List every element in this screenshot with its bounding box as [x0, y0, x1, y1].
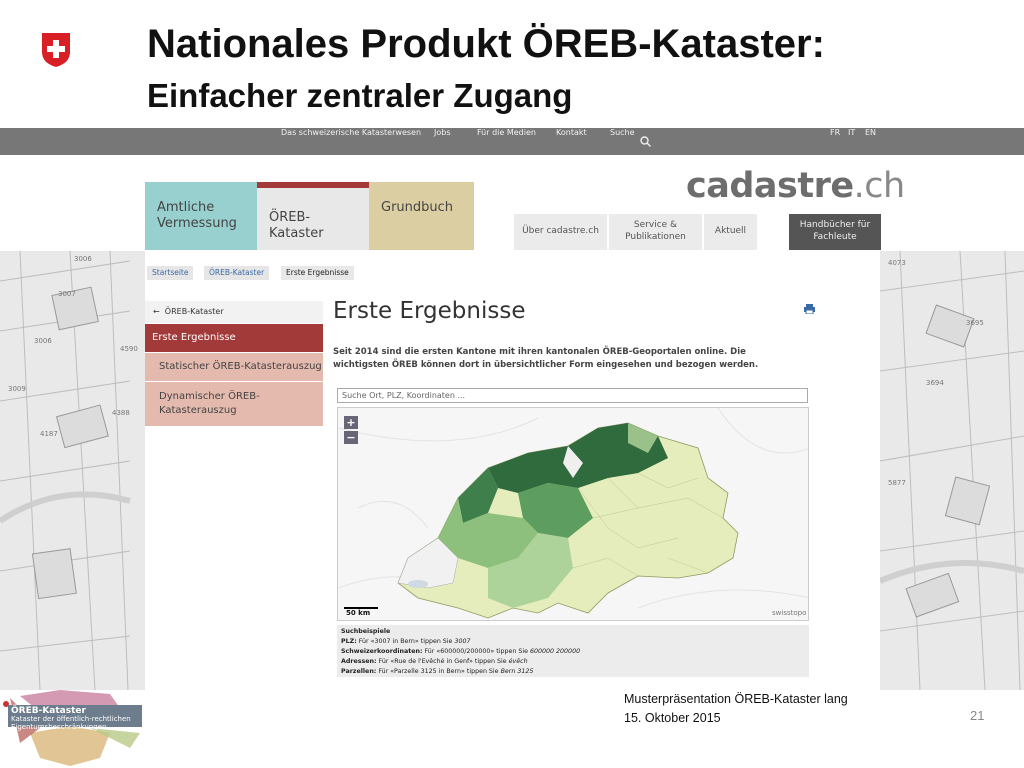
tab-amtliche-vermessung[interactable]: Amtliche Vermessung: [145, 182, 257, 250]
map-label-7: 4187: [40, 430, 58, 438]
map-label-6: 4388: [112, 409, 130, 417]
nav-item-jobs[interactable]: Jobs: [434, 128, 451, 155]
map-label-10: 3694: [926, 379, 944, 387]
map-label-3: 3006: [34, 337, 52, 345]
footer-date: 15. Oktober 2015: [624, 711, 721, 725]
page-heading: Erste Ergebnisse: [333, 298, 526, 324]
top-navigation: Das schweizerische Katasterwesen Jobs Fü…: [0, 128, 1024, 155]
intro-text: Seit 2014 sind die ersten Kantone mit ih…: [333, 347, 759, 371]
breadcrumb-oereb[interactable]: ÖREB-Kataster: [204, 266, 270, 280]
slide-subtitle: Einfacher zentraler Zugang: [147, 77, 573, 114]
footer-presentation: Musterpräsentation ÖREB-Kataster lang: [624, 692, 848, 706]
sidebar-item-statischer[interactable]: Statischer ÖREB-Katasterauszug: [145, 353, 323, 381]
search-icon[interactable]: [640, 136, 651, 147]
zoom-in-button[interactable]: +: [344, 416, 358, 429]
lang-en[interactable]: EN: [865, 128, 876, 155]
slide-title: Nationales Produkt ÖREB-Kataster:: [147, 22, 825, 66]
sidebar-item-erste-ergebnisse[interactable]: Erste Ergebnisse: [145, 324, 323, 352]
website-screenshot: Das schweizerische Katasterwesen Jobs Fü…: [0, 128, 1024, 690]
tab-oereb-kataster[interactable]: ÖREB-Kataster: [257, 182, 369, 250]
oereb-kataster-logo: ÖREB-Kataster Kataster der öffentlich-re…: [0, 688, 146, 768]
map-label-9: 3695: [966, 319, 984, 327]
example-row: Parzellen: Für «Parzelle 3125 in Bern» t…: [341, 668, 534, 676]
sidebar-item-dynamischer[interactable]: Dynamischer ÖREB-Katasterauszug: [145, 382, 323, 426]
map-label-8: 4073: [888, 259, 906, 267]
subtab-aktuell[interactable]: Aktuell: [704, 214, 757, 250]
print-icon[interactable]: [804, 304, 815, 314]
lang-it[interactable]: IT: [848, 128, 855, 155]
oereb-logo-text: ÖREB-Kataster Kataster der öffentlich-re…: [8, 705, 142, 731]
map-label-2: 3007: [58, 290, 76, 298]
zoom-out-button[interactable]: −: [344, 431, 358, 444]
breadcrumb-startseite[interactable]: Startseite: [147, 266, 194, 280]
subtab-ueber[interactable]: Über cadastre.ch: [514, 214, 607, 250]
map-label-11: 5877: [888, 479, 906, 487]
map-canvas[interactable]: [338, 408, 809, 621]
map-attribution[interactable]: swisstopo: [772, 609, 806, 617]
example-row: Adressen: Für «Rue de l'Evêché in Genf» …: [341, 658, 528, 666]
page-number: 21: [970, 708, 985, 723]
map-label-1: 3006: [74, 255, 92, 263]
sidebar-back-link[interactable]: ← ÖREB-Kataster: [145, 301, 323, 323]
breadcrumb-current: Erste Ergebnisse: [281, 266, 354, 280]
tab-grundbuch[interactable]: Grundbuch: [369, 182, 474, 250]
nav-item-suche[interactable]: Suche: [610, 128, 635, 155]
subtab-handbuecher[interactable]: Handbücher für Fachleute: [789, 214, 881, 250]
lang-fr[interactable]: FR: [830, 128, 840, 155]
scale-label: 50 km: [346, 609, 371, 617]
search-examples: Suchbeispiele PLZ: Für «3007 in Bern» ti…: [337, 625, 809, 677]
search-input[interactable]: Suche Ort, PLZ, Koordinaten ...: [337, 388, 808, 403]
map-label-5: 3009: [8, 385, 26, 393]
cadastre-logo[interactable]: cadastre.ch: [686, 166, 905, 206]
nav-item-medien[interactable]: Für die Medien: [477, 128, 536, 155]
map-label-4: 4590: [120, 345, 138, 353]
back-arrow-icon: ←: [153, 307, 160, 316]
swiss-flag-icon: [42, 33, 70, 67]
subtab-service[interactable]: Service & Publikationen: [609, 214, 702, 250]
switzerland-map[interactable]: [337, 407, 809, 621]
nav-item-kontakt[interactable]: Kontakt: [556, 128, 587, 155]
example-row: Schweizerkoordinaten: Für «600000/200000…: [341, 648, 581, 656]
nav-item-katasterwesen[interactable]: Das schweizerische Katasterwesen: [281, 128, 421, 155]
example-row: PLZ: Für «3007 in Bern» tippen Sie 3007: [341, 638, 471, 646]
